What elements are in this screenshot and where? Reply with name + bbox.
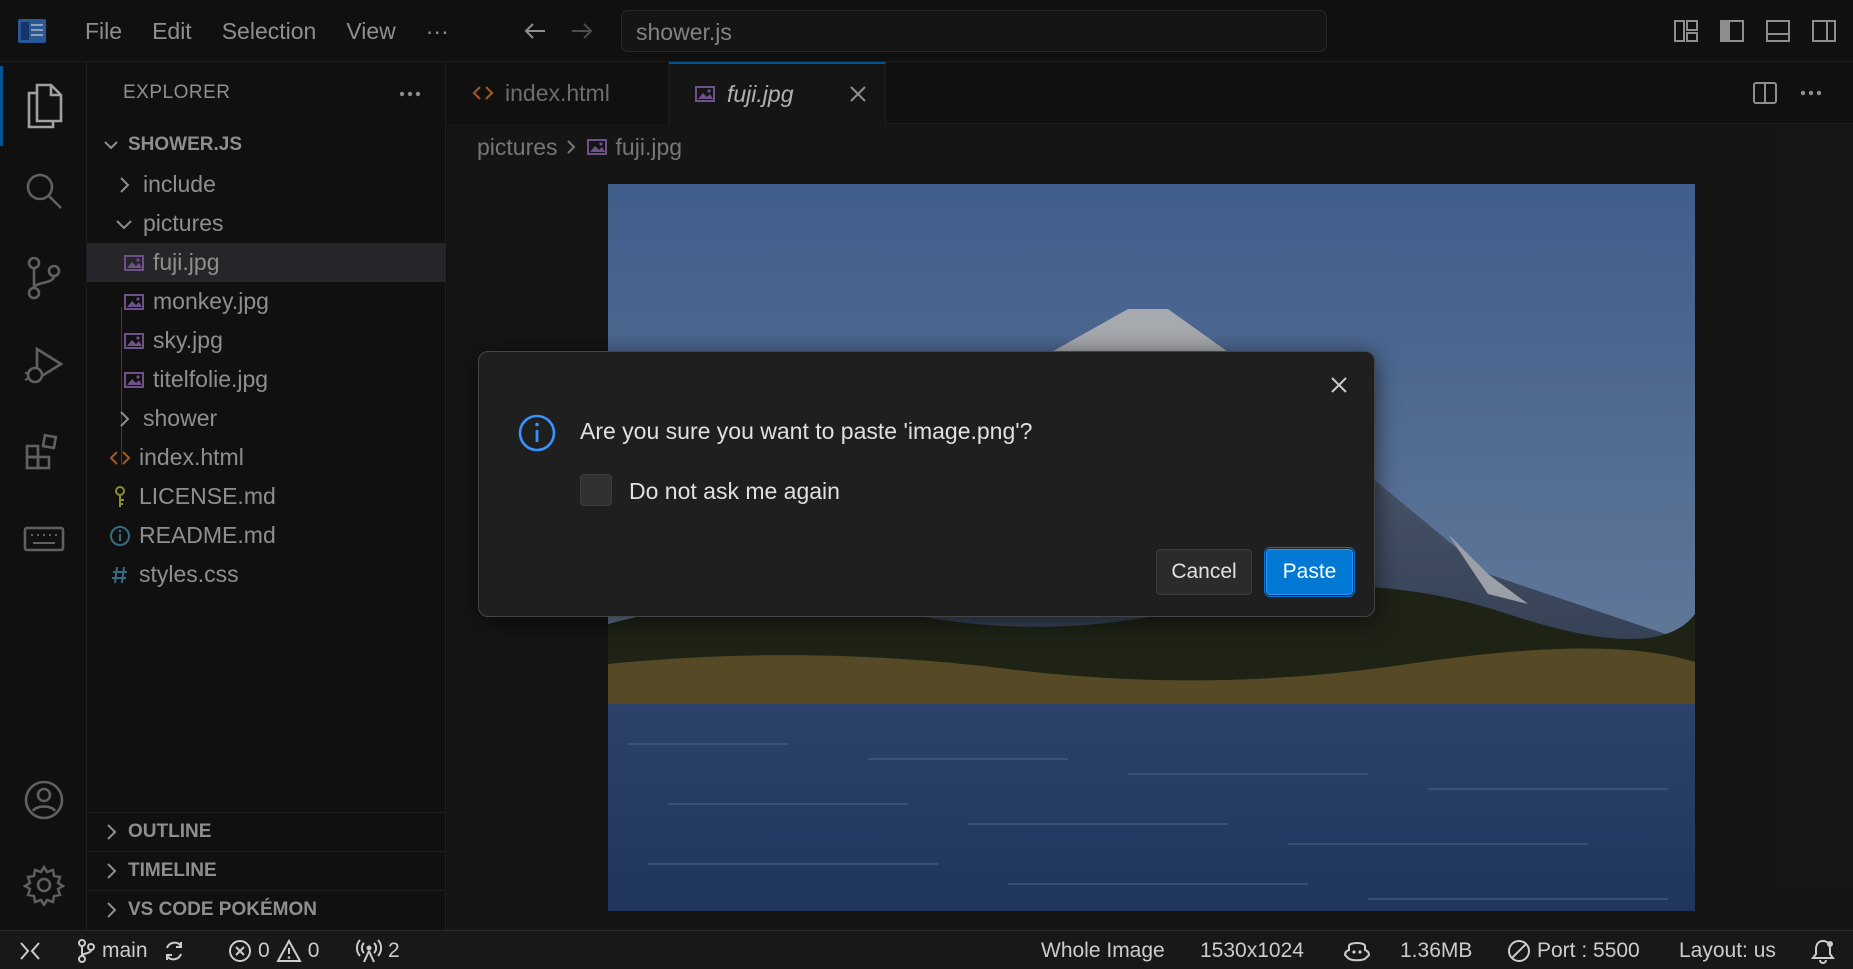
paste-button[interactable]: Paste [1266,549,1353,595]
info-icon [517,413,557,453]
branch-icon [76,938,96,964]
image-dimensions: 1530x1024 [1200,938,1304,962]
dialog-message: Are you sure you want to paste 'image.pn… [580,418,1033,444]
branch-indicator[interactable]: main [76,931,186,969]
cancel-button[interactable]: Cancel [1156,549,1252,595]
ports-indicator[interactable]: 2 [356,931,400,969]
keyboard-layout[interactable]: Layout: us [1679,931,1776,969]
warning-count: 0 [307,938,320,962]
paste-confirm-dialog: Are you sure you want to paste 'image.pn… [478,351,1375,617]
problems-indicator[interactable]: 0 0 [228,931,319,969]
image-zoom-mode[interactable]: Whole Image [1041,931,1165,969]
error-icon [228,939,252,963]
error-count: 0 [258,938,270,962]
circle-slash-icon [1507,939,1531,963]
branch-name: main [102,938,148,962]
broadcast-icon [356,938,382,963]
status-bar: main 0 0 2 Whole Image 1530x1024 1.36MB … [0,930,1853,969]
copilot-icon[interactable] [1343,931,1371,969]
do-not-ask-checkbox[interactable] [580,474,612,506]
notifications-bell-icon[interactable] [1810,931,1836,969]
warning-icon [275,938,302,963]
live-server-port[interactable]: Port : 5500 [1507,931,1640,969]
remote-icon[interactable] [18,931,42,969]
do-not-ask-label[interactable]: Do not ask me again [629,478,840,505]
live-server-label: Port : 5500 [1537,938,1640,962]
ports-count: 2 [388,938,400,962]
image-file-size: 1.36MB [1400,938,1473,962]
close-icon[interactable] [1324,370,1354,400]
sync-icon[interactable] [162,939,186,963]
